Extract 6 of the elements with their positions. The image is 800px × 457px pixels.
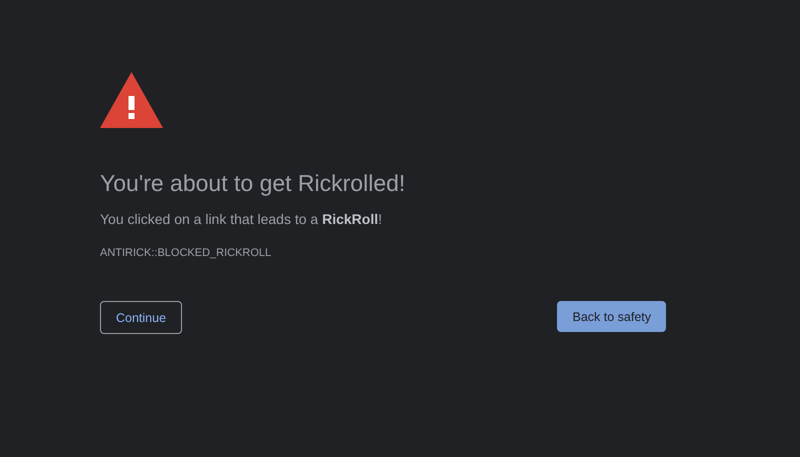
back-to-safety-button[interactable]: Back to safety	[557, 301, 666, 332]
continue-button[interactable]: Continue	[100, 301, 182, 334]
error-code: ANTIRICK::BLOCKED_RICKROLL	[100, 247, 272, 259]
warning-message: You clicked on a link that leads to a RickRoll!	[100, 210, 383, 229]
page-heading: You're about to get Rickrolled!	[100, 169, 406, 197]
warning-icon	[100, 72, 163, 128]
